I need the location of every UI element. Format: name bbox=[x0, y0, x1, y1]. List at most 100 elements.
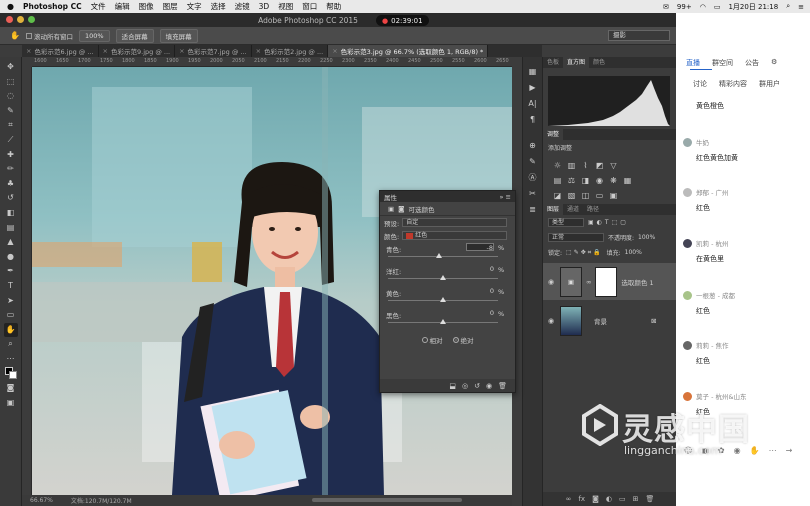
workspace-select[interactable]: 摄影 bbox=[608, 30, 670, 41]
shape-tool-icon[interactable]: ▭ bbox=[4, 308, 18, 323]
filter-icons[interactable]: ▣◐T⬚▢ bbox=[588, 219, 629, 226]
battery-badge[interactable]: 99+ bbox=[677, 3, 692, 11]
clock[interactable]: 1月20日 21:18 bbox=[728, 2, 778, 12]
tab-layers[interactable]: 图层 bbox=[543, 204, 564, 215]
yellow-slider[interactable]: 黄色: 0 % bbox=[380, 286, 515, 308]
doc-tab-5[interactable]: × 色彩示范3.jpg @ 66.7% (选取颜色 1, RGB/8) * bbox=[328, 45, 489, 57]
visibility-eye-icon[interactable]: ◉ bbox=[548, 278, 556, 286]
doc-size[interactable]: 文档:120.7M/120.7M bbox=[71, 496, 132, 505]
stamp-tool-icon[interactable]: ♣ bbox=[4, 177, 18, 192]
close-tab-icon[interactable]: × bbox=[256, 47, 261, 55]
panel-menu-icon[interactable]: » ≡ bbox=[500, 193, 512, 201]
menu-file[interactable]: 文件 bbox=[91, 1, 106, 12]
menu-list-icon[interactable]: ≡ bbox=[798, 3, 804, 11]
menu-layer[interactable]: 图层 bbox=[163, 1, 178, 12]
slider-knob[interactable] bbox=[440, 319, 446, 324]
color-balance-icon[interactable]: ⚖ bbox=[567, 176, 576, 185]
properties-panel-icon[interactable]: ≣ bbox=[526, 203, 540, 216]
battery-icon[interactable]: ▭ bbox=[714, 3, 721, 11]
lasso-tool-icon[interactable]: ◌ bbox=[4, 89, 18, 104]
menu-filter[interactable]: 滤镜 bbox=[235, 1, 250, 12]
toggle-visibility-icon[interactable]: ◉ bbox=[486, 382, 492, 390]
info-panel-icon[interactable]: ⊕ bbox=[526, 139, 540, 152]
hand-raise-icon[interactable]: ✋ bbox=[750, 446, 760, 455]
tab-notice[interactable]: 公告 bbox=[745, 58, 759, 68]
close-tab-icon[interactable]: × bbox=[103, 47, 108, 55]
color-select[interactable]: 红色 bbox=[402, 231, 507, 240]
delete-adjustment-icon[interactable]: 🗑 bbox=[498, 382, 507, 390]
fill-screen-button[interactable]: 填充屏幕 bbox=[159, 28, 198, 43]
lock-icons[interactable]: ⬚✎✥⌗🔒 bbox=[566, 249, 603, 257]
move-tool-icon[interactable]: ✥ bbox=[4, 60, 18, 75]
tab-color[interactable]: 颜色 bbox=[589, 57, 609, 68]
gradient-tool-icon[interactable]: ▤ bbox=[4, 221, 18, 236]
quick-select-tool-icon[interactable]: ✎ bbox=[4, 104, 18, 119]
clip-to-layer-icon[interactable]: ⬓ bbox=[449, 382, 456, 390]
view-previous-icon[interactable]: ◎ bbox=[462, 382, 468, 390]
close-tab-icon[interactable]: × bbox=[332, 47, 337, 55]
character-panel-icon[interactable]: A| bbox=[526, 97, 540, 110]
vibrance-icon[interactable]: ▽ bbox=[609, 161, 618, 170]
black-slider[interactable]: 黑色: 0 % bbox=[380, 308, 515, 330]
horizontal-scrollbar[interactable] bbox=[312, 498, 462, 502]
quick-mask-icon[interactable]: ◙ bbox=[4, 381, 18, 396]
slider-value[interactable]: 0 bbox=[466, 309, 494, 317]
mic-icon[interactable]: ◉ bbox=[734, 446, 741, 455]
scroll-all-checkbox[interactable]: 滚动所有窗口 bbox=[25, 31, 73, 41]
tools-panel-icon[interactable]: ✂ bbox=[526, 187, 540, 200]
doc-tab-2[interactable]: × 色彩示范9.jpg @ ... bbox=[99, 45, 176, 57]
settings-icon[interactable]: ⚙ bbox=[771, 58, 777, 68]
invert-icon[interactable]: ◪ bbox=[553, 191, 562, 200]
app-menu[interactable]: Photoshop CC bbox=[23, 2, 82, 11]
mail-icon[interactable]: ✉ bbox=[663, 3, 669, 11]
eyedropper-tool-icon[interactable]: ⟋ bbox=[4, 133, 18, 148]
hand-tool-icon[interactable]: ✋ bbox=[10, 31, 20, 40]
photo-filter-icon[interactable]: ◉ bbox=[595, 176, 604, 185]
path-select-tool-icon[interactable]: ➤ bbox=[4, 294, 18, 309]
tab-paths[interactable]: 路径 bbox=[583, 204, 603, 215]
slider-value[interactable]: -8 bbox=[466, 243, 494, 252]
relative-radio[interactable]: 相对 bbox=[421, 335, 443, 345]
layer-kind-filter[interactable]: 类型 bbox=[548, 218, 584, 227]
layer-name[interactable]: 背景 bbox=[594, 316, 607, 326]
zoom-100-button[interactable]: 100% bbox=[78, 29, 110, 42]
layer-selective-color[interactable]: ◉ ▣ ∞ 选取颜色 1 bbox=[543, 263, 677, 300]
doc-tab-4[interactable]: × 色彩示范2.jpg @ ... bbox=[252, 45, 329, 57]
link-layers-icon[interactable]: ∞ bbox=[566, 495, 572, 503]
eraser-tool-icon[interactable]: ◧ bbox=[4, 206, 18, 221]
tab-channels[interactable]: 通道 bbox=[563, 204, 583, 215]
fx-icon[interactable]: fx bbox=[578, 495, 585, 503]
menu-window[interactable]: 窗口 bbox=[302, 1, 317, 12]
slider-knob[interactable] bbox=[435, 253, 442, 258]
hue-sat-icon[interactable]: ▤ bbox=[553, 176, 562, 185]
brush-panel-icon[interactable]: ✎ bbox=[526, 155, 540, 168]
zoom-window-icon[interactable] bbox=[28, 16, 35, 23]
image-icon[interactable]: ▣ bbox=[701, 446, 709, 455]
tab-live[interactable]: 直播 bbox=[686, 58, 700, 68]
screen-mode-icon[interactable]: ▣ bbox=[4, 396, 18, 411]
close-tab-icon[interactable]: × bbox=[179, 47, 184, 55]
brush-tool-icon[interactable]: ✏ bbox=[4, 162, 18, 177]
menu-select[interactable]: 选择 bbox=[211, 1, 226, 12]
color-lookup-icon[interactable]: ▦ bbox=[623, 176, 632, 185]
posterize-icon[interactable]: ▧ bbox=[567, 191, 576, 200]
layer-name[interactable]: 选取颜色 1 bbox=[621, 277, 653, 287]
doc-tab-3[interactable]: × 色彩示范7.jpg @ ... bbox=[175, 45, 252, 57]
tab-histogram[interactable]: 直方图 bbox=[563, 57, 590, 68]
threshold-icon[interactable]: ◫ bbox=[581, 191, 590, 200]
zoom-tool-icon[interactable]: ⌕ bbox=[4, 337, 18, 352]
glyph-panel-icon[interactable]: Ⓐ bbox=[526, 171, 540, 184]
more-icon[interactable]: ⋯ bbox=[769, 446, 777, 455]
tab-members[interactable]: 群用户 bbox=[759, 79, 780, 89]
visibility-eye-icon[interactable]: ◉ bbox=[548, 317, 556, 325]
opacity-value[interactable]: 100% bbox=[638, 234, 655, 241]
menu-3d[interactable]: 3D bbox=[259, 2, 270, 11]
pen-tool-icon[interactable]: ✒ bbox=[4, 264, 18, 279]
zoom-level[interactable]: 66.67% bbox=[30, 497, 53, 504]
emoji-icon[interactable]: ☺ bbox=[684, 446, 692, 455]
curves-icon[interactable]: ⌇ bbox=[581, 161, 590, 170]
paragraph-panel-icon[interactable]: ¶ bbox=[526, 113, 540, 126]
exposure-icon[interactable]: ◩ bbox=[595, 161, 604, 170]
menu-edit[interactable]: 编辑 bbox=[115, 1, 130, 12]
layer-background[interactable]: ◉ 背景 ⊠ bbox=[543, 302, 677, 339]
